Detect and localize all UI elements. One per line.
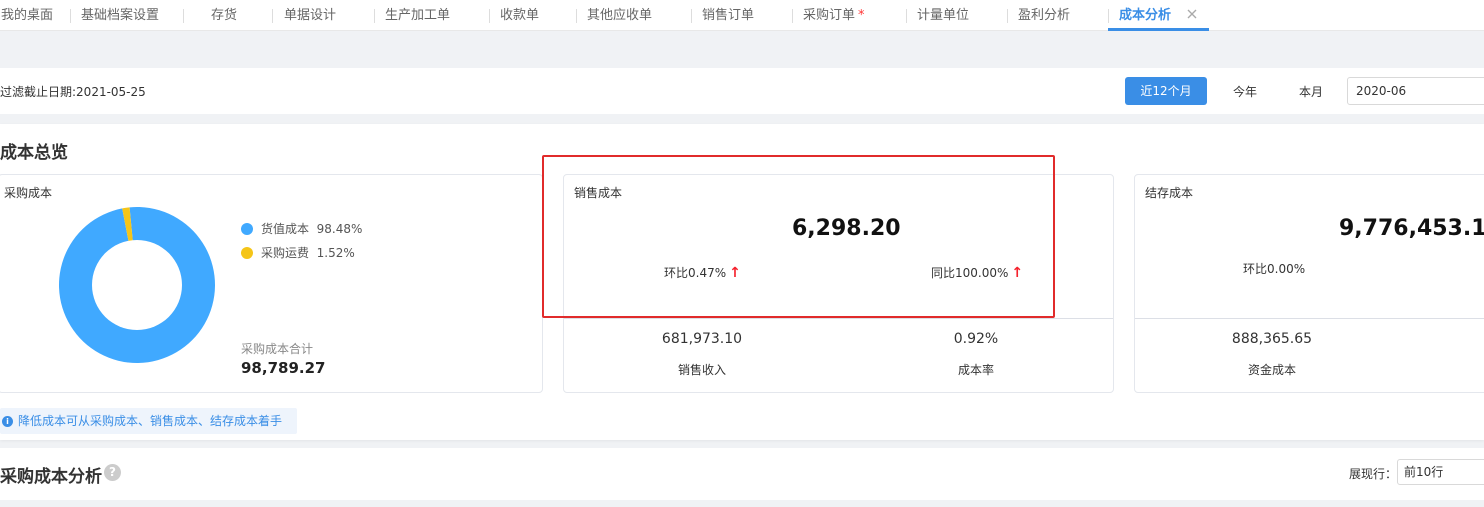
section-title: 成本总览 [0,143,68,163]
tab-purchase-order[interactable]: 采购订单 * [803,0,865,31]
purchase-analysis-section: 采购成本分析 ? 展现行： 前10行 [0,448,1484,500]
tab-separator [272,9,273,23]
legend-dot [241,247,253,259]
filter-bar: 过滤截止日期:2021-05-25 近12个月 今年 本月 2020-06 [0,68,1484,114]
legend-item[interactable]: 采购运费 1.52% [241,244,355,261]
tab-separator [1108,9,1109,23]
legend-pct: 98.48% [316,222,363,236]
tab-basic-settings[interactable]: 基础档案设置 [81,0,159,31]
tab-separator [906,9,907,23]
tab-separator [374,9,375,23]
tab-inventory[interactable]: 存货 [211,0,237,31]
month-picker[interactable]: 2020-06 [1347,77,1484,105]
legend-label: 采购运费 [261,246,310,260]
purchase-cost-donut-chart [59,207,215,363]
donut-hole [92,240,182,330]
tab-separator [489,9,490,23]
tab-label: 采购订单 [803,8,856,23]
sales-mom-ratio: 环比0.47% ↑ [664,264,741,281]
cost-overview-panel: 成本总览 采购成本 货值成本 98.48% 采购运费 1.52% 采购成本合计 … [0,124,1484,440]
this-year-button[interactable]: 今年 [1233,83,1257,100]
tab-separator [576,9,577,23]
inventory-cost-value: 9,776,453.14 [1339,216,1484,241]
section-title: 采购成本分析 [0,467,102,487]
purchase-total-label: 采购成本合计 [241,342,314,356]
cost-tip: i 降低成本可从采购成本、销售成本、结存成本着手 [0,408,297,434]
info-icon: i [2,416,13,427]
legend-item[interactable]: 货值成本 98.48% [241,220,362,237]
rows-select[interactable]: 前10行 [1397,459,1484,485]
ratio-text: 同比100.00% [931,266,1009,280]
tab-separator [1007,9,1008,23]
card-title: 采购成本 [4,186,53,200]
card-title: 销售成本 [574,186,623,200]
inventory-cost-card: 结存成本 9,776,453.14 环比0.00% 888,365.65 资金成… [1134,174,1484,393]
arrow-up-icon: ↑ [729,265,741,281]
required-mark: * [858,8,865,23]
inventory-mom-ratio: 环比0.00% [1243,262,1306,276]
tab-cost-analysis[interactable]: 成本分析 [1119,0,1171,31]
cutoff-date-text: 过滤截止日期:2021-05-25 [0,85,146,99]
tip-text: 降低成本可从采购成本、销售成本、结存成本着手 [18,414,283,428]
sales-revenue-label: 销售收入 [677,363,726,377]
this-month-button[interactable]: 本月 [1299,83,1323,100]
sales-cost-value: 6,298.20 [792,216,901,241]
cost-rate-label: 成本率 [957,363,994,377]
active-tab-indicator [1108,28,1209,31]
tab-production-order[interactable]: 生产加工单 [385,0,450,31]
tab-bar: 我的桌面 基础档案设置 存货 单据设计 生产加工单 收款单 其他应收单 销售订单… [0,0,1484,31]
legend-pct: 1.52% [316,246,355,260]
legend-label: 货值成本 [261,222,310,236]
card-title: 结存成本 [1145,186,1194,200]
cost-rate-value: 0.92% [953,331,999,347]
close-icon[interactable] [1185,7,1199,21]
tab-doc-design[interactable]: 单据设计 [284,0,336,31]
ratio-text: 环比0.47% [664,266,727,280]
tab-separator [183,9,184,23]
tab-my-desktop[interactable]: 我的桌面 [1,0,53,31]
sales-cost-card: 销售成本 6,298.20 环比0.47% ↑ 同比100.00% ↑ 681,97… [563,174,1114,393]
tab-separator [70,9,71,23]
sales-revenue-value: 681,973.10 [661,331,743,347]
divider [564,318,1113,319]
tab-sales-order[interactable]: 销售订单 [702,0,754,31]
tab-separator [691,9,692,23]
purchase-total-value: 98,789.27 [241,359,326,377]
help-icon[interactable]: ? [104,464,121,481]
last-12-months-button[interactable]: 近12个月 [1125,77,1207,105]
tab-unit[interactable]: 计量单位 [917,0,969,31]
capital-cost-label: 资金成本 [1247,363,1296,377]
divider [1135,318,1484,319]
tab-profit-analysis[interactable]: 盈利分析 [1018,0,1070,31]
tab-separator [792,9,793,23]
capital-cost-value: 888,365.65 [1231,331,1313,347]
purchase-cost-card: 采购成本 货值成本 98.48% 采购运费 1.52% 采购成本合计 98,78… [0,174,543,393]
arrow-up-icon: ↑ [1011,265,1024,281]
tab-receipt[interactable]: 收款单 [500,0,539,31]
sales-yoy-ratio: 同比100.00% ↑ [931,264,1023,281]
legend-dot [241,223,253,235]
tab-other-receivable[interactable]: 其他应收单 [587,0,652,31]
rows-label: 展现行： [1349,467,1398,481]
